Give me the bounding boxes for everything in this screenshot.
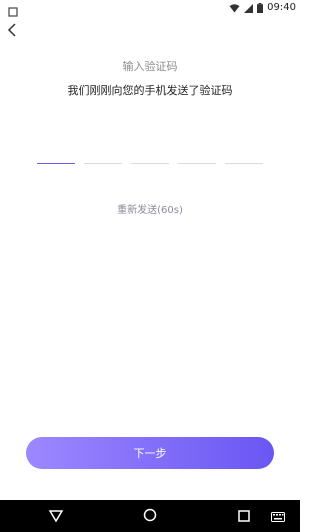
nav-recents-icon bbox=[238, 507, 250, 526]
back-button[interactable] bbox=[4, 22, 20, 40]
nav-home-icon bbox=[143, 507, 157, 526]
next-step-button[interactable]: 下一步 bbox=[26, 437, 274, 469]
verification-code-input[interactable] bbox=[37, 148, 263, 164]
code-slot-1[interactable] bbox=[37, 148, 75, 164]
code-slot-5[interactable] bbox=[225, 148, 263, 164]
nav-recents-button[interactable] bbox=[236, 508, 252, 524]
navigation-bar bbox=[0, 500, 300, 532]
nav-keyboard-button[interactable] bbox=[270, 508, 286, 524]
page-title: 输入验证码 bbox=[122, 60, 178, 73]
status-icons: 09:40 bbox=[229, 0, 296, 14]
nav-back-icon bbox=[48, 507, 64, 526]
code-slot-4[interactable] bbox=[178, 148, 216, 164]
status-time: 09:40 bbox=[267, 1, 296, 13]
keyboard-icon bbox=[271, 507, 285, 526]
page-subtitle: 我们刚刚向您的手机发送了验证码 bbox=[67, 84, 233, 97]
nav-back-button[interactable] bbox=[48, 508, 64, 524]
signal-icon bbox=[244, 0, 254, 17]
back-icon bbox=[7, 22, 17, 41]
notification-square-icon bbox=[8, 2, 18, 17]
code-slot-2[interactable] bbox=[84, 148, 122, 164]
status-bar: 09:40 bbox=[0, 0, 300, 17]
wifi-icon bbox=[229, 0, 240, 17]
resend-code-link[interactable]: 重新发送(60s) bbox=[0, 201, 300, 216]
battery-icon bbox=[257, 0, 264, 17]
code-slot-3[interactable] bbox=[131, 148, 169, 164]
nav-home-button[interactable] bbox=[142, 508, 158, 524]
